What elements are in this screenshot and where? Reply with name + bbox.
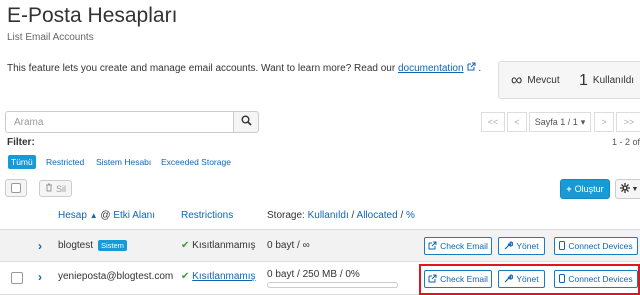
- check-email-button[interactable]: Check Email: [424, 237, 492, 255]
- storage-progress-bar: [267, 282, 398, 288]
- restriction-link[interactable]: Kısıtlanmamış: [192, 271, 255, 282]
- create-button[interactable]: + Oluştur: [560, 179, 610, 199]
- filter-exceeded-storage[interactable]: Exceeded Storage: [158, 155, 234, 169]
- expand-row-icon[interactable]: ›: [38, 270, 42, 284]
- used-count: 1: [579, 72, 588, 89]
- last-page-button[interactable]: >>: [616, 112, 640, 132]
- mobile-icon: [559, 240, 566, 252]
- header-account[interactable]: Hesap ▲ @ Etki Alanı: [58, 210, 155, 221]
- header-percent[interactable]: %: [406, 210, 415, 221]
- available-label: Mevcut: [527, 75, 560, 86]
- filter-system-account[interactable]: Sistem Hesabı: [93, 155, 154, 169]
- header-used[interactable]: Kullanıldı: [308, 210, 349, 221]
- used-label: Kullanıldı: [592, 75, 635, 86]
- manage-button[interactable]: Yönet: [498, 237, 545, 255]
- settings-menu-button[interactable]: ▼: [615, 179, 640, 199]
- header-storage-label: Storage:: [267, 210, 305, 221]
- page-select-label: Sayfa 1 / 1: [534, 117, 578, 127]
- header-at: @: [100, 210, 111, 221]
- filter-all[interactable]: Tümü: [8, 155, 36, 169]
- select-all-checkbox[interactable]: [11, 183, 21, 193]
- first-page-button[interactable]: <<: [481, 112, 505, 132]
- expand-row-icon[interactable]: ›: [38, 239, 42, 253]
- create-label: Oluştur: [574, 184, 604, 194]
- header-allocated[interactable]: Allocated: [357, 210, 398, 221]
- header-domain-label: Etki Alanı: [113, 210, 156, 221]
- header-storage: Storage: Kullanıldı / Allocated / %: [267, 210, 415, 221]
- header-sep-1: /: [351, 210, 355, 221]
- row-checkbox[interactable]: [11, 272, 23, 284]
- description-text: This feature lets you create and manage …: [7, 63, 396, 74]
- caret-down-icon: ▼: [631, 185, 639, 193]
- header-sep-2: /: [400, 210, 404, 221]
- header-account-label: Hesap: [58, 210, 87, 221]
- page-title: E-Posta Hesapları: [7, 4, 178, 27]
- filter-restricted[interactable]: Restricted: [43, 155, 87, 169]
- search-button[interactable]: [233, 111, 259, 133]
- connect-devices-button[interactable]: Connect Devices: [554, 237, 638, 255]
- page-subtitle: List Email Accounts: [7, 32, 94, 43]
- external-link-icon: [467, 62, 476, 71]
- check-icon: ✔: [181, 271, 190, 282]
- filter-label: Filter:: [7, 137, 35, 148]
- select-all-button[interactable]: [5, 179, 27, 197]
- documentation-link[interactable]: documentation: [398, 63, 464, 74]
- gear-icon: [619, 183, 630, 195]
- external-link-icon: [428, 241, 437, 252]
- restriction-status: ✔ Kısıtlanmamış: [181, 271, 256, 282]
- storage-usage: 0 bayt / 250 MB / 0%: [267, 269, 360, 280]
- account-name: yenieposta@blogtest.com: [58, 271, 174, 282]
- sort-asc-icon: ▲: [89, 211, 98, 220]
- connect-devices-label: Connect Devices: [568, 241, 633, 251]
- page-description: This feature lets you create and manage …: [7, 62, 481, 74]
- search-icon: [241, 113, 252, 131]
- next-page-button[interactable]: >: [594, 112, 614, 132]
- system-badge: Sistem: [98, 240, 127, 251]
- check-email-label: Check Email: [440, 241, 488, 251]
- highlight-box: [419, 264, 640, 295]
- storage-usage: 0 bayt / ∞: [267, 240, 310, 251]
- manage-label: Yönet: [516, 241, 539, 251]
- account-name: blogtest: [58, 240, 94, 251]
- available-stat: ∞ Mevcut: [511, 72, 560, 90]
- trash-icon: [45, 183, 53, 194]
- header-restrictions[interactable]: Restrictions: [181, 210, 233, 221]
- prev-page-button[interactable]: <: [507, 112, 527, 132]
- chevron-down-icon: ▾: [580, 116, 586, 127]
- account-stats: ∞ Mevcut 1 Kullanıldı: [498, 61, 640, 99]
- check-icon: ✔: [181, 240, 190, 251]
- restriction-status: ✔ Kısıtlanmamış: [181, 240, 256, 251]
- delete-button[interactable]: Sil: [39, 180, 72, 197]
- delete-label: Sil: [55, 183, 66, 194]
- wrench-icon: [504, 240, 514, 252]
- description-end: .: [478, 63, 482, 74]
- restriction-label: Kısıtlanmamış: [192, 240, 256, 251]
- search-input[interactable]: [5, 111, 234, 133]
- plus-icon: +: [566, 184, 572, 194]
- infinity-icon: ∞: [511, 72, 523, 89]
- results-range: 1 - 2 of 2: [612, 137, 640, 147]
- used-stat: 1 Kullanıldı: [579, 72, 634, 90]
- page-select[interactable]: Sayfa 1 / 1 ▾: [529, 112, 591, 132]
